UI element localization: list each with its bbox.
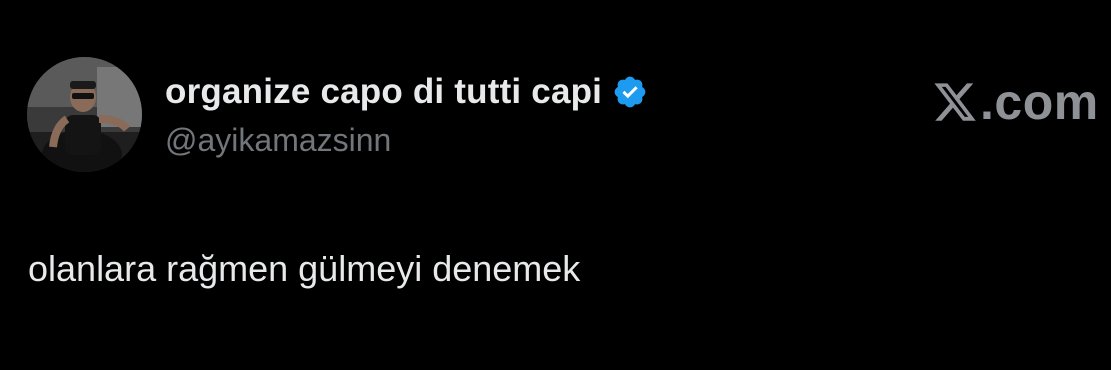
author-display-name[interactable]: organize capo di tutti capi <box>165 71 648 113</box>
author-display-name-text: organize capo di tutti capi <box>165 72 603 111</box>
tweet-text: olanlara rağmen gülmeyi denemek <box>28 248 581 289</box>
brand-watermark: .com <box>932 74 1099 130</box>
avatar[interactable] <box>27 57 142 172</box>
verified-badge-icon <box>612 74 648 110</box>
x-logo-icon <box>934 83 976 121</box>
author-handle[interactable]: @ayikamazsinn <box>165 120 391 160</box>
avatar-photo <box>27 57 142 172</box>
brand-domain-suffix: .com <box>980 74 1099 130</box>
